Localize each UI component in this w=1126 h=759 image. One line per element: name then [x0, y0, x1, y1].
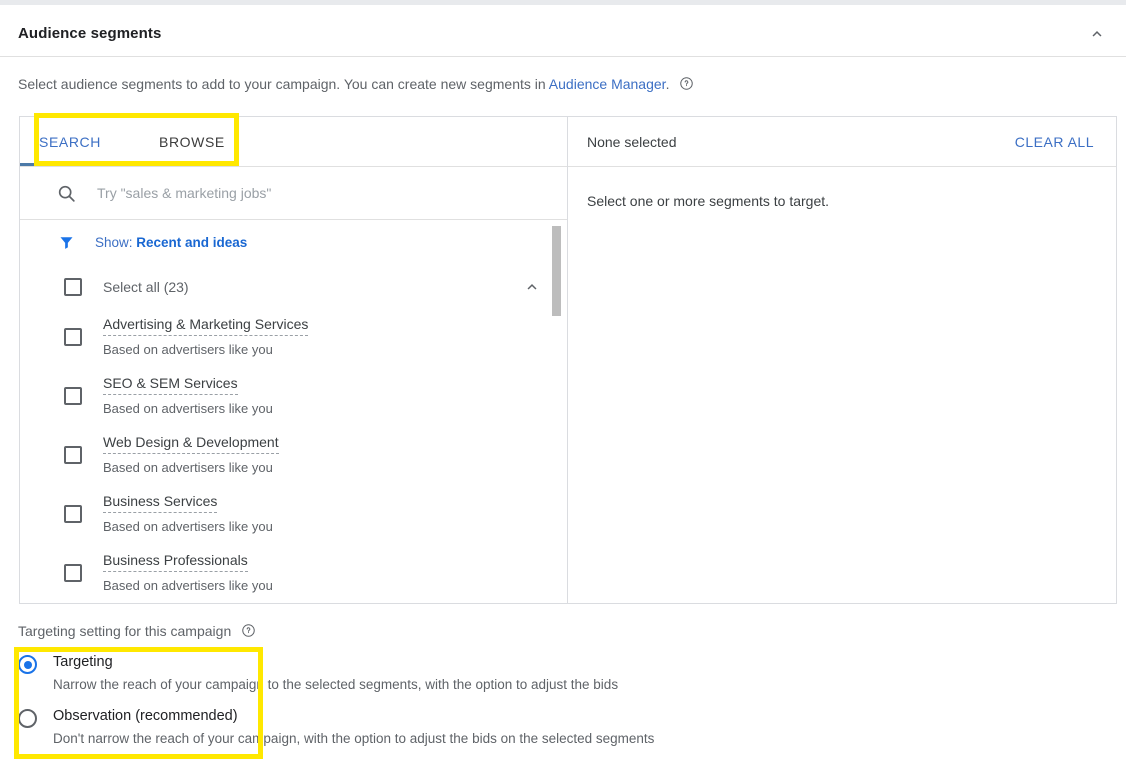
- selector-tabs: SEARCH BROWSE: [20, 117, 567, 167]
- segment-subtitle: Based on advertisers like you: [103, 341, 308, 358]
- option-title: Targeting: [53, 653, 618, 672]
- filter-prefix: Show:: [95, 235, 136, 250]
- segment-subtitle: Based on advertisers like you: [103, 577, 273, 594]
- list-item[interactable]: Web Design & Development Based on advert…: [20, 428, 567, 487]
- clear-all-button[interactable]: CLEAR ALL: [1015, 134, 1094, 150]
- select-all-checkbox[interactable]: [64, 278, 82, 296]
- select-all-row[interactable]: Select all (23): [20, 264, 567, 310]
- page-title: Audience segments: [18, 25, 161, 42]
- targeting-radio[interactable]: [18, 655, 37, 674]
- collapse-list-button[interactable]: [523, 278, 541, 301]
- chevron-up-icon: [523, 283, 541, 300]
- list-item[interactable]: SEO & SEM Services Based on advertisers …: [20, 369, 567, 428]
- select-all-label: Select all (23): [103, 279, 189, 295]
- audience-segments-panel: Audience segments Select audience segmen…: [0, 0, 1126, 759]
- targeting-setting-label: Targeting setting for this campaign: [18, 623, 256, 641]
- segment-list: Show: Recent and ideas Select all (23): [20, 220, 567, 603]
- selected-segments-panel: None selected CLEAR ALL Select one or mo…: [568, 117, 1116, 603]
- segment-name[interactable]: Business Professionals: [103, 551, 248, 572]
- segment-checkbox[interactable]: [64, 564, 82, 582]
- segment-checkbox[interactable]: [64, 446, 82, 464]
- list-item[interactable]: Business Services Based on advertisers l…: [20, 487, 567, 546]
- search-icon: [56, 183, 77, 204]
- segment-checkbox[interactable]: [64, 328, 82, 346]
- segment-name[interactable]: Business Services: [103, 492, 217, 513]
- targeting-setting-text: Targeting setting for this campaign: [18, 623, 231, 639]
- filter-row[interactable]: Show: Recent and ideas: [20, 220, 567, 264]
- list-scrollbar-thumb[interactable]: [552, 226, 561, 316]
- help-circle-icon[interactable]: [679, 76, 694, 94]
- empty-state-message: Select one or more segments to target.: [587, 193, 1116, 209]
- segment-browser: SEARCH BROWSE: [20, 117, 568, 603]
- description-text-before: Select audience segments to add to your …: [18, 76, 549, 92]
- segment-checkbox[interactable]: [64, 505, 82, 523]
- segment-name[interactable]: Advertising & Marketing Services: [103, 315, 308, 336]
- option-description: Narrow the reach of your campaign to the…: [53, 676, 618, 694]
- segment-selector-panel: SEARCH BROWSE: [19, 116, 1117, 604]
- tab-search[interactable]: SEARCH: [39, 117, 101, 167]
- description-text-after: .: [666, 76, 670, 92]
- audience-manager-link[interactable]: Audience Manager: [549, 76, 666, 92]
- chevron-up-icon: [1088, 25, 1106, 43]
- segment-name[interactable]: SEO & SEM Services: [103, 374, 238, 395]
- segment-name[interactable]: Web Design & Development: [103, 433, 279, 454]
- option-description: Don't narrow the reach of your campaign,…: [53, 730, 654, 748]
- segment-subtitle: Based on advertisers like you: [103, 459, 279, 476]
- observation-radio[interactable]: [18, 709, 37, 728]
- search-input[interactable]: [95, 184, 495, 202]
- segment-checkbox[interactable]: [64, 387, 82, 405]
- section-description: Select audience segments to add to your …: [18, 76, 694, 94]
- filter-funnel-icon: [58, 234, 75, 251]
- segment-subtitle: Based on advertisers like you: [103, 400, 273, 417]
- radio-option-targeting[interactable]: Targeting Narrow the reach of your campa…: [18, 653, 654, 694]
- filter-value: Recent and ideas: [136, 235, 247, 250]
- selected-header: None selected CLEAR ALL: [568, 117, 1116, 167]
- collapse-section-button[interactable]: [1082, 19, 1112, 49]
- card-header: Audience segments: [0, 5, 1126, 57]
- selected-count-label: None selected: [587, 134, 677, 150]
- radio-option-observation[interactable]: Observation (recommended) Don't narrow t…: [18, 707, 654, 748]
- tab-browse[interactable]: BROWSE: [159, 117, 225, 167]
- active-tab-indicator: [20, 163, 130, 166]
- search-row: [20, 167, 567, 220]
- help-circle-icon[interactable]: [241, 623, 256, 641]
- targeting-setting-options: Targeting Narrow the reach of your campa…: [18, 653, 654, 748]
- filter-label[interactable]: Show: Recent and ideas: [95, 235, 247, 250]
- segment-subtitle: Based on advertisers like you: [103, 518, 273, 535]
- list-item[interactable]: Business Professionals Based on advertis…: [20, 546, 567, 603]
- list-item[interactable]: Advertising & Marketing Services Based o…: [20, 310, 567, 369]
- option-title: Observation (recommended): [53, 707, 654, 726]
